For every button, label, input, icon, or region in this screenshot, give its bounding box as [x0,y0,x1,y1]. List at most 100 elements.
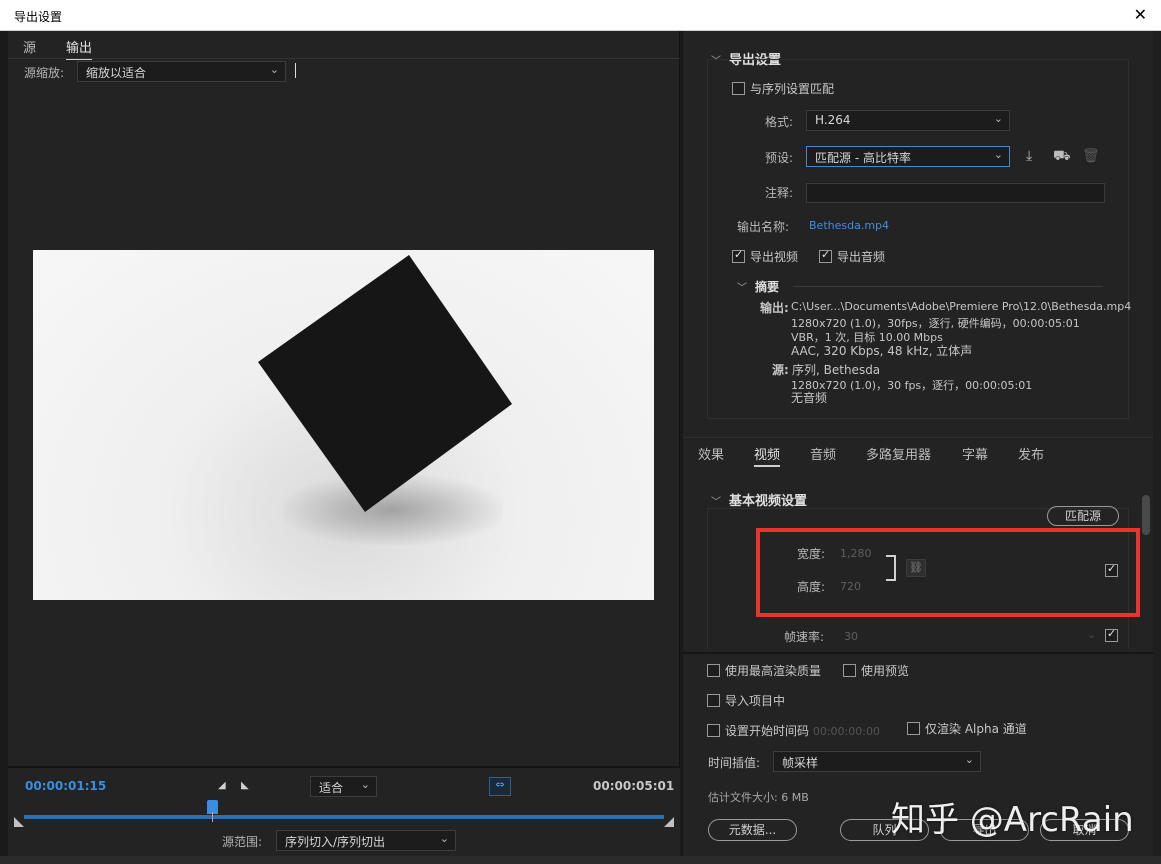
preset-label: 预设: [765,151,794,165]
summary-source-line: 1280x720 (1.0)，30 fps，逐行，00:00:05:01 [791,379,1033,392]
checkbox[interactable] [707,724,720,737]
current-timecode[interactable]: 00:00:01:15 [25,779,106,793]
checkbox[interactable] [732,82,745,95]
chevron-down-icon: ﹀ [711,497,721,508]
chevron-down-icon: ⌄ [1087,628,1097,641]
export-video-label: 导出视频 [750,250,799,264]
match-sequence-label: 与序列设置匹配 [750,82,835,96]
use-previews-checkbox[interactable]: 使用预览 [843,662,909,679]
output-name-link[interactable]: Bethesda.mp4 [809,219,889,232]
match-sequence-checkbox[interactable]: 与序列设置匹配 [732,80,834,97]
export-button[interactable]: 导出 [940,819,1029,841]
render-alpha-only-label: 仅渲染 Alpha 通道 [925,722,1027,736]
checkbox[interactable] [732,248,745,263]
match-source-button[interactable]: 匹配源 [1047,506,1119,526]
summary-source-line: 序列, Bethesda [792,363,881,377]
in-point-handle[interactable] [14,817,24,827]
metadata-button[interactable]: 元数据... [708,819,797,841]
chevron-down-icon: ⌄ [269,63,279,76]
output-name-label: 输出名称: [737,220,790,234]
import-preset-icon[interactable]: ⛟ [1053,148,1071,166]
source-range-select[interactable]: 序列切入/序列切出 ⌄ [276,830,456,851]
fit-frame-icon[interactable]: ⇔ [489,777,511,796]
preview-tabs: 源 输出 [8,31,680,60]
max-render-quality-checkbox[interactable]: 使用最高渲染质量 [707,662,821,679]
filesize-label: 估计文件大小: [708,791,778,804]
window-edge-bottom [0,856,1161,864]
preview-panel: 源 输出 源缩放: 缩放以适合 ⌄ 00:00:01:15 ◢ ◣ 适合 ⌄ ⇔… [8,31,680,856]
source-range-value: 序列切入/序列切出 [285,835,386,849]
chevron-down-icon: ⌄ [439,832,449,845]
max-render-quality-label: 使用最高渲染质量 [725,664,822,678]
checkbox[interactable] [819,248,832,263]
set-start-timecode-checkbox[interactable]: 设置开始时间码 00:00:00:00 [707,722,880,739]
framerate-label: 帧速率: [784,630,825,644]
export-video-checkbox[interactable]: 导出视频 [732,248,798,265]
source-range-label: 源范围: [222,835,263,849]
tab-audio[interactable]: 音频 [810,444,836,463]
export-audio-checkbox[interactable]: 导出音频 [819,248,885,265]
close-icon[interactable]: ✕ [1134,5,1147,24]
tab-output[interactable]: 输出 [66,37,93,60]
chevron-down-icon: ⌄ [964,753,974,766]
tab-multiplexer[interactable]: 多路复用器 [866,444,931,463]
save-preset-icon[interactable]: ⤓ [1026,148,1032,164]
out-point-handle[interactable] [664,817,674,827]
timeline-track[interactable] [24,815,664,819]
basic-video-settings: ﹀基本视频设置 匹配源 宽度: 1,280 高度: 720 ⛓ 帧速率: 30 … [683,466,1153,649]
checkbox[interactable] [707,694,720,707]
time-interpolation-select[interactable]: 帧采样 ⌄ [773,751,981,772]
export-settings-section: ﹀ 导出设置 与序列设置匹配 格式: H.264 ⌄ 预设: 匹配源 - 高比特率… [683,31,1153,436]
format-select[interactable]: H.264 ⌄ [806,110,1010,131]
cancel-button[interactable]: 取消 [1040,819,1129,841]
window-title: 导出设置 [14,10,63,24]
mark-out-icon[interactable]: ◣ [241,780,249,791]
settings-tabs: 效果 视频 音频 多路复用器 字幕 发布 [683,437,1153,467]
tab-publish[interactable]: 发布 [1018,444,1044,463]
tab-source[interactable]: 源 [23,37,36,56]
render-alpha-only-checkbox[interactable]: 仅渲染 Alpha 通道 [907,720,1027,737]
summary-source-label: 源: [772,363,789,377]
preset-select[interactable]: 匹配源 - 高比特率 ⌄ [806,146,1010,167]
basic-video-header[interactable]: ﹀ 基本视频设置 [711,490,807,509]
export-audio-label: 导出音频 [837,250,886,264]
set-start-timecode-label: 设置开始时间码 [725,724,810,738]
checkbox[interactable] [843,664,856,677]
basic-video-title: 基本视频设置 [729,494,808,509]
summary-output-line: C:\User...\Documents\Adobe\Premiere Pro\… [791,300,1132,313]
render-options: 使用最高渲染质量 使用预览 导入项目中 设置开始时间码 00:00:00:00 … [683,652,1153,856]
format-label: 格式: [765,115,794,129]
comment-input[interactable] [806,183,1105,203]
checkbox[interactable] [907,722,920,735]
summary-header[interactable]: ﹀ 摘要 [737,278,779,295]
queue-button[interactable]: 队列 [840,819,929,841]
zoom-level-select[interactable]: 适合 ⌄ [310,776,377,797]
summary-output-line: AAC, 320 Kbps, 48 kHz, 立体声 [791,344,973,358]
framerate-override-checkbox[interactable] [1105,627,1118,642]
timeline-bar: 00:00:01:15 ◢ ◣ 适合 ⌄ ⇔ 00:00:05:01 源范围: … [8,766,680,856]
checkbox[interactable] [707,664,720,677]
mark-in-icon[interactable]: ◢ [218,780,226,791]
video-preview [33,250,654,600]
use-previews-label: 使用预览 [861,664,910,678]
source-scaling-select[interactable]: 缩放以适合 ⌄ [77,61,286,82]
start-timecode-value[interactable]: 00:00:00:00 [813,725,880,738]
end-timecode: 00:00:05:01 [593,779,675,793]
tab-captions[interactable]: 字幕 [962,444,988,463]
time-interpolation-label: 时间插值: [708,756,761,770]
summary-title: 摘要 [755,280,780,294]
chevron-down-icon: ﹀ [737,283,747,294]
delete-preset-icon[interactable]: 🗑 [1082,148,1100,164]
import-into-project-checkbox[interactable]: 导入项目中 [707,692,785,709]
chevron-down-icon: ⌄ [360,778,370,791]
source-scaling-bar: 源缩放: 缩放以适合 ⌄ [8,58,680,82]
framerate-value[interactable]: 30 [844,630,858,643]
tab-effects[interactable]: 效果 [698,444,724,463]
estimated-filesize: 估计文件大小: 6 MB [708,789,809,805]
title-bar: 导出设置 ✕ [0,0,1161,31]
settings-panel: ﹀ 导出设置 与序列设置匹配 格式: H.264 ⌄ 预设: 匹配源 - 高比特率… [683,31,1153,856]
settings-scrollbar[interactable] [1142,495,1150,535]
time-interpolation-value: 帧采样 [782,756,819,770]
source-scaling-label: 源缩放: [24,66,65,80]
tab-video[interactable]: 视频 [754,444,781,467]
